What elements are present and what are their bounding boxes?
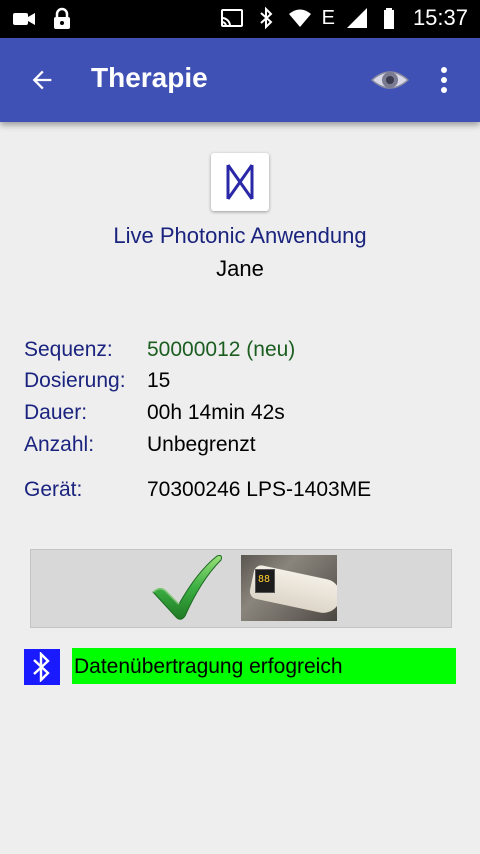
sequence-label: Sequenz: (24, 338, 113, 361)
bluetooth-icon (33, 652, 50, 682)
duration-value: 00h 14min 42s (147, 401, 285, 424)
video-camera-icon (13, 13, 35, 25)
transfer-status-text: Datenübertragung erfogreich (74, 655, 343, 678)
eye-icon (370, 71, 410, 89)
bluetooth-status-icon (24, 649, 60, 685)
duration-label: Dauer: (24, 401, 88, 424)
app-name: Live Photonic Anwendung (113, 223, 367, 248)
transfer-status-bar: Datenübertragung erfogreich (72, 648, 456, 684)
device-display: 88 (255, 569, 275, 593)
cast-icon (220, 9, 243, 27)
dosage-label: Dosierung: (24, 369, 126, 392)
count-value: Unbegrenzt (147, 433, 256, 456)
checkmark-icon (152, 555, 222, 620)
view-button[interactable] (370, 64, 410, 96)
network-type-label: E (321, 6, 335, 29)
signal-icon (346, 8, 367, 28)
clock: 15:37 (412, 5, 468, 30)
status-bar: E 15:37 (0, 0, 480, 38)
count-label: Anzahl: (24, 433, 95, 456)
device-status-panel: 88 (30, 549, 452, 628)
user-name: Jane (216, 256, 264, 281)
dosage-value: 15 (147, 369, 171, 392)
device-label: Gerät: (24, 478, 83, 501)
logo-icon (226, 164, 254, 200)
app-logo (211, 153, 269, 211)
lock-icon (54, 7, 70, 29)
app-bar: Therapie (0, 38, 480, 122)
back-button[interactable] (24, 62, 60, 98)
wifi-icon (288, 9, 311, 27)
battery-icon (383, 8, 394, 29)
back-arrow-icon (32, 70, 52, 90)
more-vert-icon (441, 67, 447, 93)
page-title: Therapie (91, 62, 208, 93)
device-photo: 88 (241, 555, 337, 621)
overflow-menu-button[interactable] (430, 64, 458, 96)
sequence-value: 50000012 (neu) (147, 338, 296, 361)
device-value: 70300246 LPS-1403ME (147, 478, 372, 501)
bluetooth-icon (259, 6, 273, 30)
